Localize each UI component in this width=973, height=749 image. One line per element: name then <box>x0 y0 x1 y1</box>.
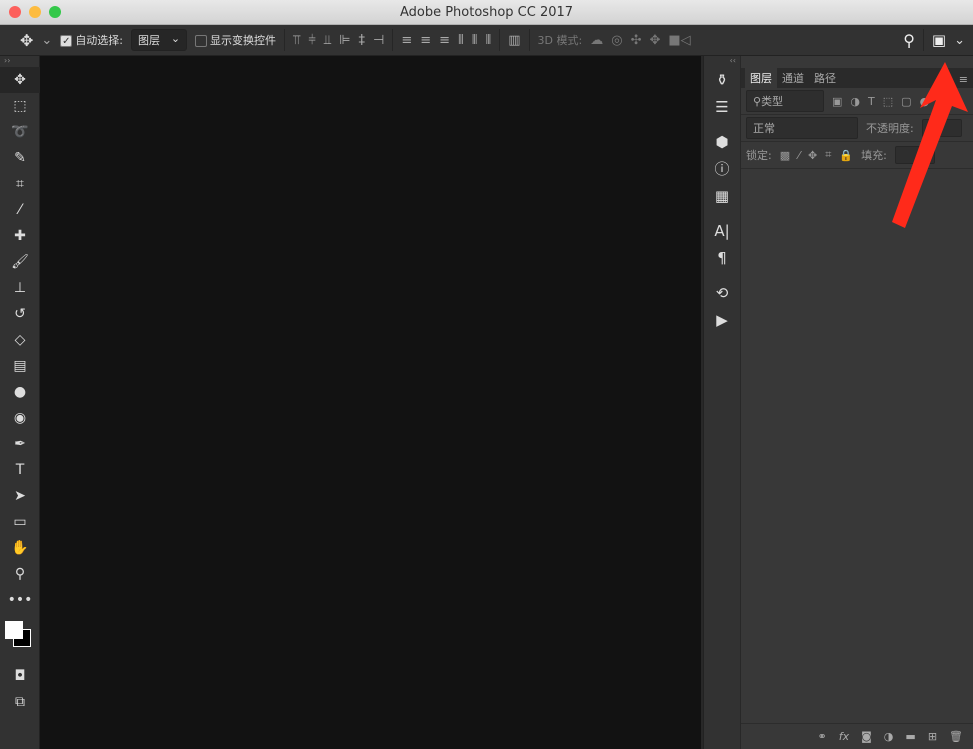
annotation-arrow <box>892 62 968 228</box>
red-arrow-shape <box>892 62 968 228</box>
